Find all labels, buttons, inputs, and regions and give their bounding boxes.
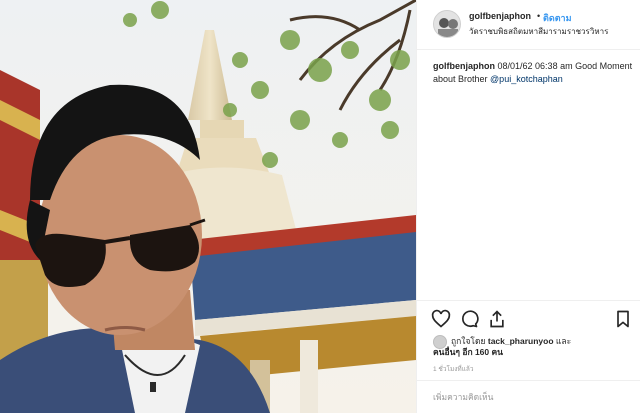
post-photo[interactable] [0,0,416,413]
separator-dot: • [537,11,541,21]
follow-button[interactable]: ติดตาม [543,11,572,25]
bookmark-icon[interactable] [613,309,633,329]
selfie-temple-image [0,0,416,413]
share-icon[interactable] [487,309,507,329]
post-header: golfbenjaphon • ติดตาม วัดราชบพิธสถิตมหา… [417,0,640,50]
likes-and: และ [553,336,572,346]
post-username[interactable]: golfbenjaphon [469,11,531,21]
caption-mention[interactable]: @pui_kotchaphan [490,74,563,84]
likes-others-prefix: คนอื่นๆ [433,347,463,357]
action-bar [417,300,640,336]
caption: golfbenjaphon 08/01/62 06:38 am Good Mom… [433,60,633,86]
post-side-panel: golfbenjaphon • ติดตาม วัดราชบพิธสถิตมหา… [416,0,640,413]
avatar-image [434,11,460,37]
likes-summary: ถูกใจโดย tack_pharunyoo และ คนอื่นๆ อีก … [433,334,633,358]
heart-icon[interactable] [431,309,451,329]
comment-icon[interactable] [459,309,479,329]
caption-username[interactable]: golfbenjaphon [433,61,495,71]
avatar[interactable] [433,10,461,38]
comment-input[interactable]: เพิ่มความคิดเห็น [433,390,493,404]
post-location[interactable]: วัดราชบพิธสถิตมหาสีมารามราชวรวิหาร [469,25,608,38]
likes-line-2: คนอื่นๆ อีก 160 คน [433,345,503,359]
comment-box[interactable]: เพิ่มความคิดเห็น [417,380,640,413]
likes-others-count[interactable]: อีก 160 คน [462,347,503,357]
post-timestamp[interactable]: 1 ชั่วโมงที่แล้ว [433,364,474,374]
